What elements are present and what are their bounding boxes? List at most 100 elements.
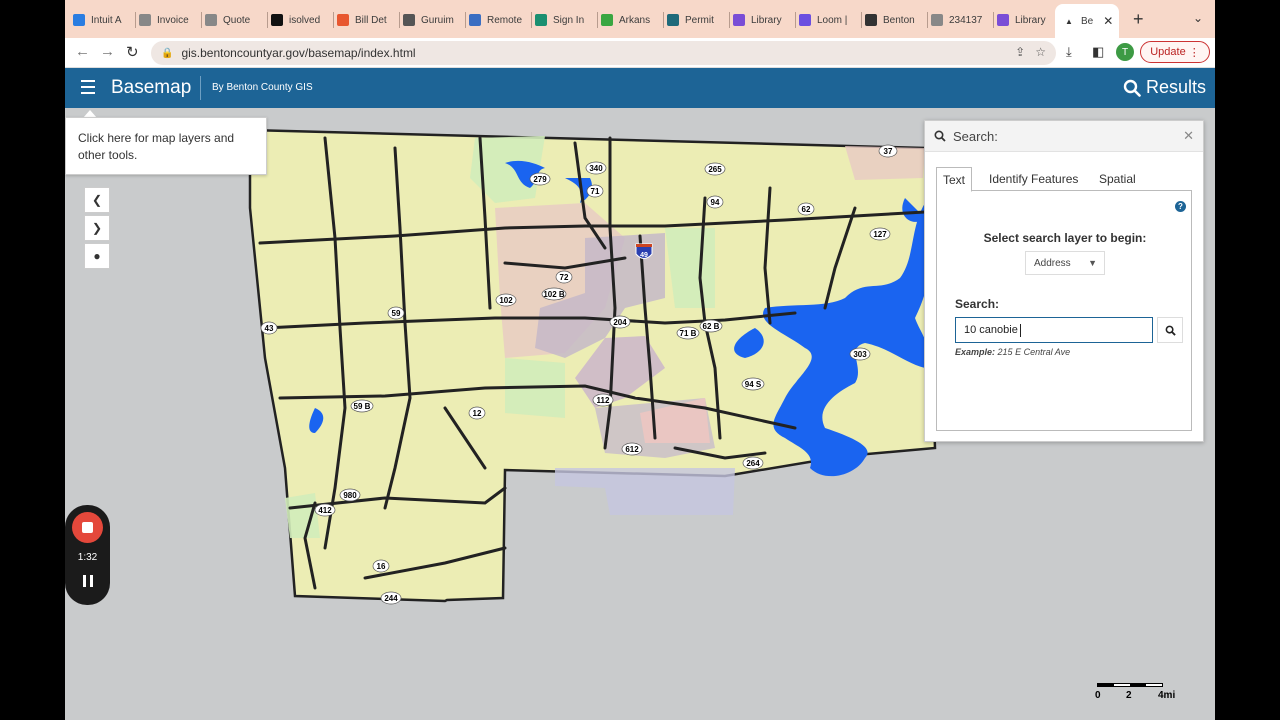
forward-arrow-icon[interactable]: →	[100, 43, 115, 60]
site-info-icon[interactable]: 🔒	[161, 48, 173, 59]
browser-tab[interactable]: 234137	[931, 8, 989, 32]
benton-favicon-icon: ▲	[1063, 15, 1075, 27]
browser-tab[interactable]: Bill Det	[337, 8, 395, 32]
browser-tab[interactable]: Guruim	[403, 8, 461, 32]
search-input[interactable]: 10 canobie	[955, 317, 1153, 343]
tab-spatial[interactable]: Spatial	[1093, 167, 1142, 191]
interstate-49: 49	[635, 243, 653, 259]
browser-tab[interactable]: Library	[997, 8, 1055, 32]
svg-text:59: 59	[392, 309, 401, 318]
layer-select[interactable]: Address ▼	[1025, 251, 1105, 275]
browser-tab[interactable]: Intuit A	[73, 8, 131, 32]
search-label: Search:	[955, 297, 1000, 311]
tab-favicon-icon	[73, 14, 85, 26]
back-arrow-icon[interactable]: ←	[75, 43, 90, 60]
svg-text:43: 43	[265, 324, 274, 333]
tab-text[interactable]: Text	[936, 167, 973, 192]
forward-extent-button[interactable]: ❯	[84, 215, 110, 241]
back-extent-button[interactable]: ❮	[84, 187, 110, 213]
layers-tooltip: Click here for map layers and other tool…	[65, 117, 267, 175]
highway-12: 12	[468, 406, 486, 420]
tab-favicon-icon	[865, 14, 877, 26]
tab-separator	[465, 12, 466, 28]
tab-separator	[135, 12, 136, 28]
highway-204: 204	[609, 315, 631, 329]
highway-59b: 59 B	[350, 399, 374, 413]
tab-identify-features[interactable]: Identify Features	[983, 167, 1084, 191]
highway-980: 980	[339, 488, 361, 502]
highway-340: 340	[585, 161, 607, 175]
browser-tab[interactable]: Quote	[205, 8, 263, 32]
search-submit-button[interactable]	[1157, 317, 1183, 343]
globe-icon[interactable]: ●	[84, 243, 110, 269]
new-tab-button[interactable]: +	[1133, 9, 1144, 30]
tab-favicon-icon	[601, 14, 613, 26]
highway-94s: 94 S	[741, 377, 765, 391]
url-field[interactable]: 🔒 gis.bentoncountyar.gov/basemap/index.h…	[151, 41, 1056, 65]
download-icon[interactable]: ⤓	[1066, 44, 1072, 60]
svg-text:102: 102	[499, 296, 513, 305]
browser-tab-label: Remote	[487, 14, 523, 26]
browser-tab[interactable]: Permit	[667, 8, 725, 32]
browser-tab[interactable]: Remote	[469, 8, 527, 32]
header-divider	[200, 76, 201, 100]
tab-favicon-icon	[337, 14, 349, 26]
browser-tab[interactable]: Loom |	[799, 8, 857, 32]
highway-71: 71	[586, 184, 604, 198]
pause-icon[interactable]	[83, 575, 93, 587]
svg-text:112: 112	[597, 396, 610, 405]
app-title: Basemap	[111, 77, 192, 98]
tab-separator	[861, 12, 862, 28]
update-button[interactable]: Update ⋮	[1140, 41, 1210, 63]
share-bookmark-icons[interactable]: ⇪ ☆	[1015, 45, 1046, 59]
chevron-down-icon[interactable]: ⌄	[1193, 11, 1203, 25]
browser-address-bar: ← → ↻ 🔒 gis.bentoncountyar.gov/basemap/i…	[65, 38, 1215, 68]
search-panel-header: Search: ✕	[925, 121, 1203, 152]
svg-text:16: 16	[377, 562, 386, 571]
tab-separator	[993, 12, 994, 28]
browser-tab-label: Intuit A	[91, 14, 122, 26]
tab-favicon-icon	[535, 14, 547, 26]
close-icon[interactable]: ✕	[1103, 14, 1113, 28]
highway-59: 59	[387, 306, 405, 320]
browser-tab-label: Benton	[883, 14, 915, 26]
browser-tab-label: Invoice	[157, 14, 189, 26]
browser-tab[interactable]: Arkans	[601, 8, 659, 32]
highway-37: 37	[878, 144, 898, 158]
scale-label-4mi: 4mi	[1158, 690, 1176, 701]
svg-text:265: 265	[708, 165, 722, 174]
tab-active[interactable]: ▲ Be ✕	[1055, 4, 1119, 38]
tab-separator	[927, 12, 928, 28]
scale-label-2: 2	[1126, 690, 1132, 701]
tab-favicon-icon	[205, 14, 217, 26]
right-letterbox	[1215, 0, 1280, 720]
results-button[interactable]: Results	[1123, 77, 1206, 98]
side-panel-icon[interactable]: ◧	[1092, 44, 1104, 60]
browser-tab[interactable]: Benton	[865, 8, 923, 32]
menu-icon[interactable]	[81, 80, 95, 98]
highway-244: 244	[380, 591, 402, 605]
browser-tab-label: Guruim	[421, 14, 454, 26]
text-caret	[1019, 323, 1021, 337]
browser-tab[interactable]: Invoice	[139, 8, 197, 32]
close-icon[interactable]: ✕	[1183, 128, 1194, 144]
svg-text:303: 303	[853, 350, 867, 359]
browser-tab[interactable]: isolved	[271, 8, 329, 32]
svg-text:72: 72	[560, 273, 569, 282]
stop-record-button[interactable]	[72, 512, 103, 543]
svg-text:59 B: 59 B	[354, 402, 371, 411]
highway-62: 62	[797, 202, 815, 216]
browser-tab[interactable]: Sign In	[535, 8, 593, 32]
text-search-body: ? Select search layer to begin: Address …	[936, 191, 1192, 431]
help-icon[interactable]: ?	[1175, 201, 1186, 212]
reload-icon[interactable]: ↻	[126, 43, 139, 61]
browser-tab[interactable]: Library	[733, 8, 791, 32]
record-timer: 1:32	[77, 552, 98, 563]
svg-text:94: 94	[711, 198, 720, 207]
tab-separator	[333, 12, 334, 28]
svg-text:62 B: 62 B	[703, 322, 720, 331]
avatar[interactable]: T	[1116, 43, 1134, 61]
tab-favicon-icon	[271, 14, 283, 26]
stop-icon	[82, 522, 93, 533]
app-header: Basemap By Benton County GIS Results	[65, 68, 1215, 108]
